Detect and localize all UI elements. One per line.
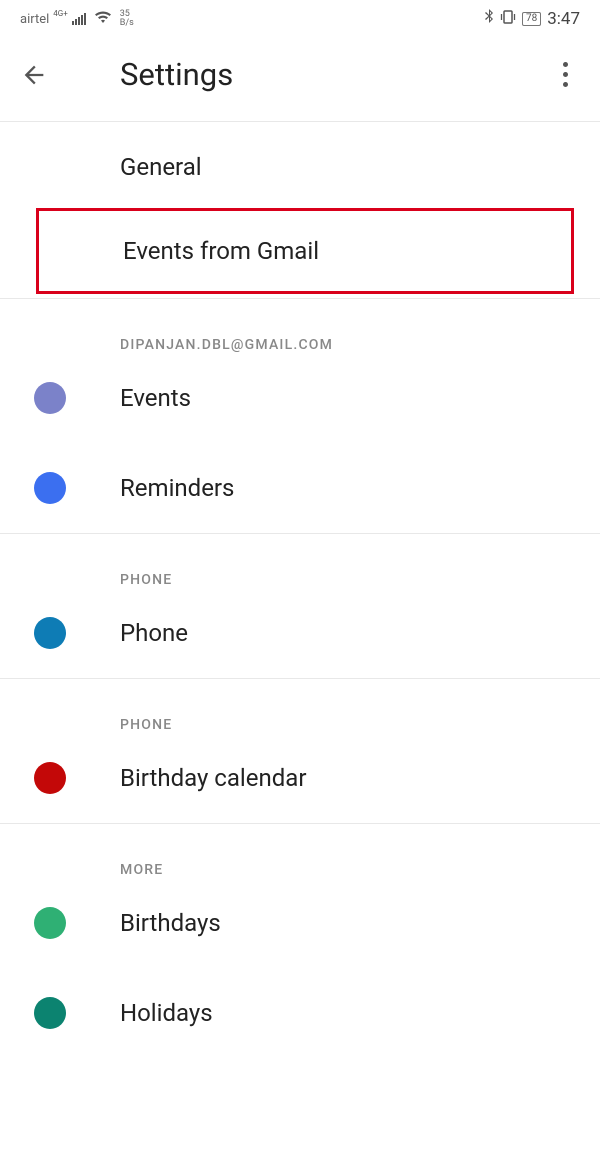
color-dot-icon bbox=[34, 907, 66, 939]
app-header: Settings bbox=[0, 34, 600, 121]
item-label: Events from Gmail bbox=[123, 237, 319, 265]
color-dot-icon bbox=[34, 997, 66, 1029]
item-label: Birthdays bbox=[120, 909, 221, 937]
calendar-item-birthday-calendar[interactable]: Birthday calendar bbox=[0, 733, 600, 823]
carrier-label: airtel bbox=[20, 12, 49, 27]
color-dot-icon bbox=[34, 762, 66, 794]
highlight-box: Events from Gmail bbox=[36, 208, 574, 294]
network-type-badge: 4G+ bbox=[53, 10, 67, 18]
back-button[interactable] bbox=[20, 61, 120, 89]
more-options-button[interactable] bbox=[550, 62, 580, 87]
item-label: Phone bbox=[120, 619, 188, 647]
item-label: Holidays bbox=[120, 999, 213, 1027]
section-phone-1: PHONE Phone bbox=[0, 534, 600, 678]
settings-item-events-from-gmail[interactable]: Events from Gmail bbox=[39, 211, 571, 291]
speed-unit: B/s bbox=[120, 19, 134, 28]
section-header: MORE bbox=[0, 824, 600, 878]
section-account: DIPANJAN.DBL@GMAIL.COM Events Reminders bbox=[0, 299, 600, 533]
dot-icon bbox=[563, 72, 568, 77]
color-dot-icon bbox=[34, 472, 66, 504]
section-header: DIPANJAN.DBL@GMAIL.COM bbox=[0, 299, 600, 353]
section-header: PHONE bbox=[0, 679, 600, 733]
page-title: Settings bbox=[120, 56, 550, 93]
item-label: Reminders bbox=[120, 474, 234, 502]
dot-icon bbox=[563, 62, 568, 67]
item-label: Birthday calendar bbox=[120, 764, 306, 792]
color-dot-icon bbox=[34, 617, 66, 649]
color-dot-icon bbox=[34, 382, 66, 414]
status-bar: airtel 4G+ 35 B/s 78 3:47 bbox=[0, 0, 600, 34]
status-right: 78 3:47 bbox=[484, 9, 580, 29]
section-phone-2: PHONE Birthday calendar bbox=[0, 679, 600, 823]
settings-item-general[interactable]: General bbox=[0, 122, 600, 212]
calendar-item-events[interactable]: Events bbox=[0, 353, 600, 443]
item-label: General bbox=[120, 153, 202, 181]
battery-icon: 78 bbox=[522, 12, 541, 26]
status-left: airtel 4G+ 35 B/s bbox=[20, 10, 134, 28]
calendar-item-birthdays[interactable]: Birthdays bbox=[0, 878, 600, 968]
signal-icon bbox=[72, 13, 86, 25]
calendar-item-holidays[interactable]: Holidays bbox=[0, 968, 600, 1058]
arrow-back-icon bbox=[20, 61, 48, 89]
section-more: MORE Birthdays Holidays bbox=[0, 824, 600, 1058]
item-label: Events bbox=[120, 384, 191, 412]
battery-level: 78 bbox=[526, 13, 537, 24]
clock: 3:47 bbox=[547, 9, 580, 29]
section-header: PHONE bbox=[0, 534, 600, 588]
dot-icon bbox=[563, 82, 568, 87]
calendar-item-phone[interactable]: Phone bbox=[0, 588, 600, 678]
vibrate-icon bbox=[500, 10, 516, 28]
bluetooth-icon bbox=[484, 9, 494, 29]
data-speed: 35 B/s bbox=[120, 10, 134, 28]
wifi-icon bbox=[94, 10, 112, 28]
calendar-item-reminders[interactable]: Reminders bbox=[0, 443, 600, 533]
